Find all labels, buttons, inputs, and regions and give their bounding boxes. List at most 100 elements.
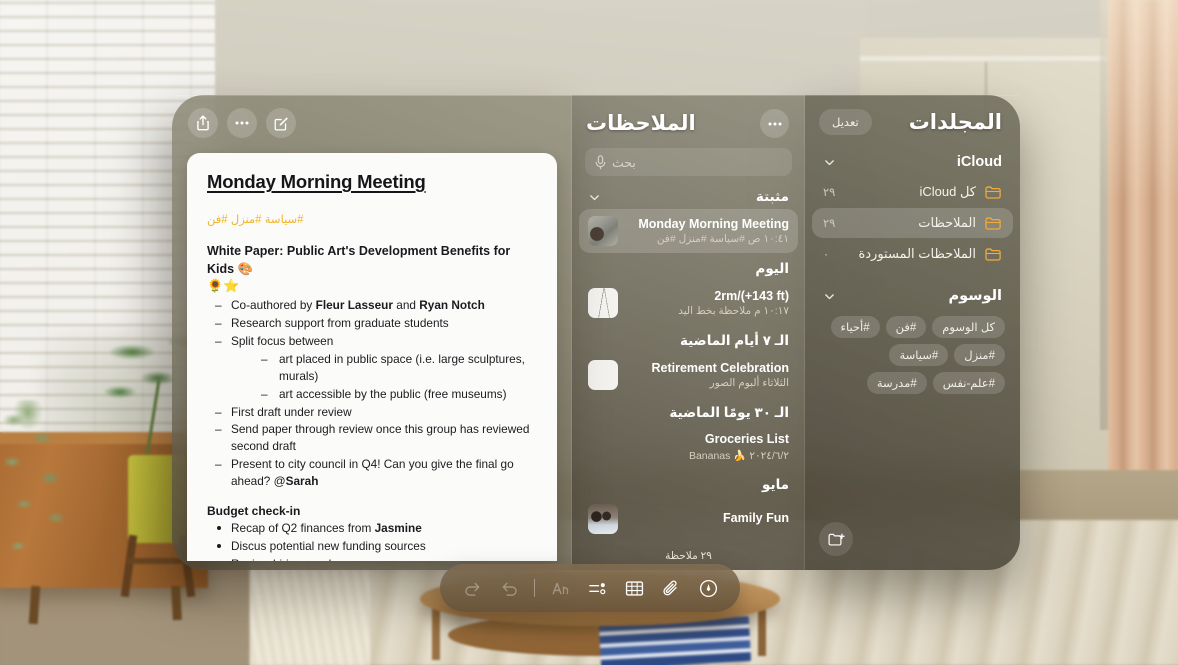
list-item: art accessible by the public (free museu… xyxy=(253,386,537,403)
text-format-button[interactable] xyxy=(548,576,572,600)
note-list-item-family-fun[interactable]: Family Fun xyxy=(579,497,798,541)
note-text-block: Groceries List ٢٠٢٤/٦/٢ 🍌 Bananas xyxy=(588,432,789,462)
undo-button[interactable] xyxy=(497,576,521,600)
redo-button[interactable] xyxy=(460,576,484,600)
note-text-block: 2rm/(+143 ft) ١٠:١٧ م ملاحظة بخط اليد xyxy=(627,289,789,318)
list-item: First draft under review xyxy=(207,404,537,421)
edit-folders-button[interactable]: تعديل xyxy=(819,109,872,135)
person-mention: Sarah xyxy=(285,473,319,488)
redo-icon xyxy=(464,582,479,596)
folder-item-all-icloud[interactable]: كل iCloud ٢٩ xyxy=(812,177,1013,207)
share-button[interactable] xyxy=(188,108,218,138)
markup-pen-icon xyxy=(699,579,717,597)
folder-icon xyxy=(985,217,1001,230)
note-list-item-2rm[interactable]: 2rm/(+143 ft) ١٠:١٧ م ملاحظة بخط اليد xyxy=(579,281,798,325)
list-item: Review hiring needs xyxy=(207,556,537,561)
note-title: Family Fun xyxy=(723,510,789,525)
tags-group-header[interactable]: الوسوم xyxy=(805,270,1020,310)
checklist-icon xyxy=(588,582,605,594)
more-options-button[interactable] xyxy=(227,108,257,138)
person-name: Jasmine xyxy=(374,521,422,536)
note-bullet-list: Co-authored by Fleur Lasseur and Ryan No… xyxy=(207,297,537,489)
notes-list-title: الملاحظات xyxy=(586,112,696,135)
markup-button[interactable] xyxy=(696,576,720,600)
note-text-block: Retirement Celebration الثلاثاء ألبوم ال… xyxy=(627,361,789,390)
folder-label: كل iCloud xyxy=(919,184,976,199)
table-icon xyxy=(625,580,643,596)
person-name: Ryan Notch xyxy=(419,298,485,313)
folder-count: ٠ xyxy=(823,249,830,261)
tag-chip-all[interactable]: كل الوسوم xyxy=(932,316,1005,338)
note-subtitle: ٢٠٢٤/٦/٢ 🍌 Bananas xyxy=(688,449,789,462)
note-document-title: Monday Morning Meeting xyxy=(207,171,426,192)
folder-item-notes[interactable]: الملاحظات ٢٩ xyxy=(812,208,1013,238)
microphone-icon[interactable] xyxy=(595,154,606,170)
folder-label: الملاحظات xyxy=(918,215,976,230)
compose-icon xyxy=(274,116,288,131)
chevron-down-icon xyxy=(590,194,599,200)
tags-group-label: الوسوم xyxy=(948,288,1002,304)
note-budget-list: Recap of Q2 finances from Jasmine Discus… xyxy=(207,520,537,561)
note-thumbnail xyxy=(588,216,618,246)
new-folder-button[interactable] xyxy=(819,522,853,556)
insert-table-button[interactable] xyxy=(622,576,646,600)
note-title: Groceries List xyxy=(704,432,789,446)
note-text-block: Monday Morning Meeting ١٠:٤١ ص #سياسة #م… xyxy=(627,217,789,246)
list-item: Discus potential new funding sources xyxy=(207,538,537,555)
tag-chip-school[interactable]: #مدرسة xyxy=(866,372,927,394)
list-item: Co-authored by Fleur Lasseur and Ryan No… xyxy=(207,297,537,314)
folder-label: الملاحظات المستوردة xyxy=(858,246,976,261)
list-item: Send paper through review once this grou… xyxy=(207,421,537,455)
notes-app: المجلدات تعديل iCloud كل iCloud ٢٩ الملا… xyxy=(0,0,1178,665)
note-subtitle: الثلاثاء ألبوم الصور xyxy=(709,377,789,390)
tag-chip-biology[interactable]: #أحياء xyxy=(830,316,880,338)
note-text-block: Family Fun xyxy=(627,511,789,527)
ellipsis-icon xyxy=(235,121,249,125)
note-subtitle: ١٠:١٧ م ملاحظة بخط اليد xyxy=(678,305,789,318)
person-name: Fleur Lasseur xyxy=(315,298,393,313)
tag-chip-psychology[interactable]: #علم-نفس xyxy=(932,372,1005,394)
tag-chip-home[interactable]: #منزل xyxy=(954,344,1005,366)
section-label: الـ ٣٠ يومًا الماضية xyxy=(669,405,789,420)
chevron-down-icon xyxy=(825,293,834,299)
note-title: 2rm/(+143 ft) xyxy=(714,288,789,303)
note-list-item-monday-morning-meeting[interactable]: Monday Morning Meeting ١٠:٤١ ص #سياسة #م… xyxy=(579,209,798,253)
chevron-down-icon xyxy=(825,159,834,165)
section-header-today: اليوم xyxy=(572,254,805,280)
undo-icon xyxy=(502,582,517,596)
notes-list-more-button[interactable] xyxy=(760,109,789,138)
attachment-button[interactable] xyxy=(659,576,683,600)
section-header-may: مايو xyxy=(572,470,805,496)
toolbar-separator xyxy=(534,579,535,597)
editor-toolbar xyxy=(188,95,296,138)
section-label: مثبتة xyxy=(755,189,789,204)
tag-chip-art[interactable]: #فن xyxy=(885,316,927,338)
panel-divider xyxy=(571,95,572,570)
list-item-text: Split focus between xyxy=(231,333,334,348)
checklist-button[interactable] xyxy=(585,576,609,600)
note-title: Monday Morning Meeting xyxy=(638,216,789,231)
note-list-item-retirement-celebration[interactable]: Retirement Celebration الثلاثاء ألبوم ال… xyxy=(579,353,798,397)
folder-count: ٢٩ xyxy=(823,218,836,230)
paperclip-icon xyxy=(662,580,677,595)
note-document-tags: #سياسة #منزل #فن xyxy=(207,214,304,226)
notes-count-label: ٢٩ ملاحظة xyxy=(665,550,712,562)
panel-divider xyxy=(804,95,805,570)
icloud-group-header[interactable]: iCloud xyxy=(805,141,1020,176)
folder-item-imported-notes[interactable]: الملاحظات المستوردة ٠ xyxy=(812,239,1013,269)
note-sub-bullet-list: art placed in public space (i.e. large s… xyxy=(253,351,537,402)
section-label: مايو xyxy=(762,476,789,492)
tag-chip-politics[interactable]: #سياسة xyxy=(889,344,949,366)
section-header-pinned[interactable]: مثبتة xyxy=(572,182,805,208)
tag-chip-list: كل الوسوم #فن #أحياء #منزل #سياسة #علم-ن… xyxy=(805,310,1020,394)
note-document-page[interactable]: Monday Morning Meeting #سياسة #منزل #فن … xyxy=(187,153,557,561)
list-item: Recap of Q2 finances from Jasmine xyxy=(207,520,537,537)
note-list-item-groceries-list[interactable]: Groceries List ٢٠٢٤/٦/٢ 🍌 Bananas xyxy=(579,425,798,469)
list-item: Research support from graduate students xyxy=(207,315,537,332)
section-label: الـ ٧ أيام الماضية xyxy=(679,333,789,348)
search-input[interactable]: بحث xyxy=(585,148,792,176)
section-header-last-30-days: الـ ٣٠ يومًا الماضية xyxy=(572,398,805,424)
ellipsis-icon xyxy=(768,122,781,125)
note-thumbnail xyxy=(588,503,618,534)
new-note-button[interactable] xyxy=(266,108,296,138)
